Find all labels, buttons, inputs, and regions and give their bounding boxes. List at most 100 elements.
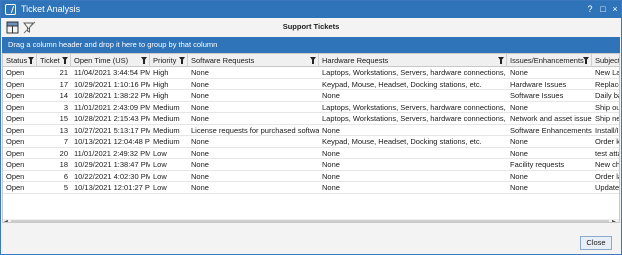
priority-cell: Low [153, 171, 167, 181]
status-cell: Open [6, 160, 25, 169]
filter-icon[interactable] [583, 57, 589, 64]
issues-enhancements-cell: Software Enhancements [510, 125, 592, 135]
priority-cell: Low [153, 183, 167, 192]
filter-icon[interactable] [62, 57, 68, 64]
column-header-subject[interactable]: Subject [592, 54, 620, 67]
open-time-cell: 10/28/2021 2:15:43 PM [74, 114, 150, 123]
column-header-label: Software Requests [191, 56, 255, 65]
open-time-cell: 10/22/2021 4:02:30 PM [74, 171, 150, 181]
column-header-priority[interactable]: Priority [150, 54, 188, 67]
filter-icon[interactable] [179, 57, 185, 64]
table-row[interactable]: Open 5 10/13/2021 12:01:27 PM Low None None No… [3, 182, 619, 194]
ticket-cell: 18 [59, 160, 68, 169]
issues-enhancements-cell: Facility requests [510, 160, 565, 169]
grid-header-title: Support Tickets [282, 22, 340, 31]
issues-enhancements-cell: Software Issues [510, 91, 564, 100]
hardware-requests-cell: Laptops, Workstations, Servers, hardware… [322, 114, 507, 123]
column-header-label: Priority [153, 56, 177, 65]
grid-body: Open 21 11/04/2021 3:44:54 PM High None Lapto… [3, 67, 620, 194]
priority-cell: Medium [153, 102, 180, 112]
maximize-button[interactable]: □ [597, 3, 609, 15]
table-row[interactable]: Open 21 11/04/2021 3:44:54 PM High None Lapto… [3, 67, 619, 79]
ticket-cell: 5 [63, 183, 68, 192]
priority-cell: Medium [153, 114, 180, 123]
filter-icon[interactable] [498, 57, 504, 64]
software-requests-cell: None [191, 137, 209, 146]
horizontal-scrollbar[interactable]: ◀ ▶ [3, 219, 619, 223]
subject-cell: Order key [595, 137, 620, 146]
software-requests-cell: None [191, 160, 209, 169]
priority-cell: Low [153, 148, 167, 158]
subject-cell: New chair [595, 160, 620, 169]
issues-enhancements-cell: None [510, 183, 528, 192]
subject-cell: Daily bac [595, 91, 619, 100]
column-header-hardware-requests[interactable]: Hardware Requests [319, 54, 507, 67]
hardware-requests-cell: Laptops, Workstations, Servers, hardware… [322, 102, 507, 112]
table-row[interactable]: Open 3 11/01/2021 2:43:09 PM Medium None Lapt… [3, 102, 620, 113]
column-header-label: Subject [595, 56, 620, 65]
ticket-cell: 13 [59, 125, 68, 135]
open-time-cell: 10/28/2021 1:38:22 PM [74, 91, 150, 100]
help-button[interactable]: ? [584, 3, 596, 15]
software-requests-cell: None [191, 68, 209, 77]
priority-cell: Medium [153, 137, 180, 146]
hardware-requests-cell: Keypad, Mouse, Headset, Docking stations… [322, 79, 482, 89]
table-row[interactable]: Open 18 10/29/2021 1:38:47 PM Low None None Fa… [3, 159, 620, 171]
subject-cell: Install/Im [595, 125, 619, 135]
hardware-requests-cell: Laptops, Workstations, Servers, hardware… [322, 68, 507, 77]
table-row[interactable]: Open 13 10/27/2021 5:13:17 PM Medium License… [3, 125, 619, 136]
close-window-button[interactable]: × [609, 3, 621, 15]
table-row[interactable]: Open 17 10/29/2021 1:10:16 PM High None Keypa… [3, 79, 619, 90]
scroll-right-icon[interactable]: ▶ [612, 220, 617, 223]
issues-enhancements-cell: None [510, 68, 528, 77]
filter-icon[interactable] [141, 57, 147, 64]
support-tickets-grid[interactable]: Status Ticket Open Time (US) Priority So… [2, 53, 620, 223]
close-button[interactable]: Close [580, 236, 612, 250]
title-bar[interactable]: Ticket Analysis ? □ × [1, 1, 621, 18]
hardware-requests-cell: None [322, 171, 340, 181]
status-cell: Open [6, 91, 25, 100]
priority-cell: Low [153, 160, 167, 169]
scroll-left-icon[interactable]: ◀ [4, 220, 9, 223]
subject-cell: Ship out [595, 102, 620, 112]
software-requests-cell: None [191, 114, 209, 123]
scrollbar-thumb[interactable] [11, 220, 609, 222]
open-time-cell: 10/29/2021 1:10:16 PM [74, 79, 150, 89]
software-requests-cell: None [191, 171, 209, 181]
column-header-ticket[interactable]: Ticket [37, 54, 71, 67]
table-row[interactable]: Open 14 10/28/2021 1:38:22 PM High None None S… [3, 90, 619, 102]
open-time-cell: 10/13/2021 12:01:27 PM [74, 183, 150, 192]
issues-enhancements-cell: None [510, 171, 528, 181]
ticket-cell: 14 [59, 91, 68, 100]
hardware-requests-cell: None [322, 91, 340, 100]
column-header-software-requests[interactable]: Software Requests [188, 54, 319, 67]
column-header-status[interactable]: Status [3, 54, 37, 67]
column-header-issues-enhancements[interactable]: Issues/Enhancements [507, 54, 592, 67]
hardware-requests-cell: Keypad, Mouse, Headset, Docking stations… [322, 137, 482, 146]
grid-header-row: Status Ticket Open Time (US) Priority So… [3, 54, 620, 67]
status-cell: Open [6, 79, 25, 89]
hardware-requests-cell: None [322, 160, 340, 169]
issues-enhancements-cell: None [510, 102, 528, 112]
group-by-panel[interactable]: Drag a column header and drop it here to… [2, 37, 620, 53]
ticket-cell: 6 [63, 171, 68, 181]
column-header-open-time[interactable]: Open Time (US) [71, 54, 150, 67]
table-row[interactable]: Open 7 10/13/2021 12:04:48 PM Medium None Key… [3, 136, 620, 148]
subject-cell: test attac [595, 148, 619, 158]
filter-icon[interactable] [310, 57, 316, 64]
filter-icon[interactable] [28, 57, 34, 64]
column-header-label: Open Time (US) [74, 56, 129, 65]
priority-cell: High [153, 79, 169, 89]
app-logo-icon [5, 4, 16, 15]
ticket-cell: 3 [63, 102, 68, 112]
table-row[interactable]: Open 15 10/28/2021 2:15:43 PM Medium None Lap… [3, 113, 619, 125]
table-row[interactable]: Open 20 11/01/2021 2:49:32 PM Low None None No… [3, 148, 619, 159]
status-cell: Open [6, 148, 25, 158]
ticket-cell: 15 [59, 114, 68, 123]
software-requests-cell: None [191, 91, 209, 100]
open-time-cell: 10/29/2021 1:38:47 PM [74, 160, 150, 169]
issues-enhancements-cell: None [510, 137, 528, 146]
software-requests-cell: None [191, 183, 209, 192]
toolbar: Support Tickets [1, 18, 621, 37]
table-row[interactable]: Open 6 10/22/2021 4:02:30 PM Low None None Non… [3, 171, 619, 182]
